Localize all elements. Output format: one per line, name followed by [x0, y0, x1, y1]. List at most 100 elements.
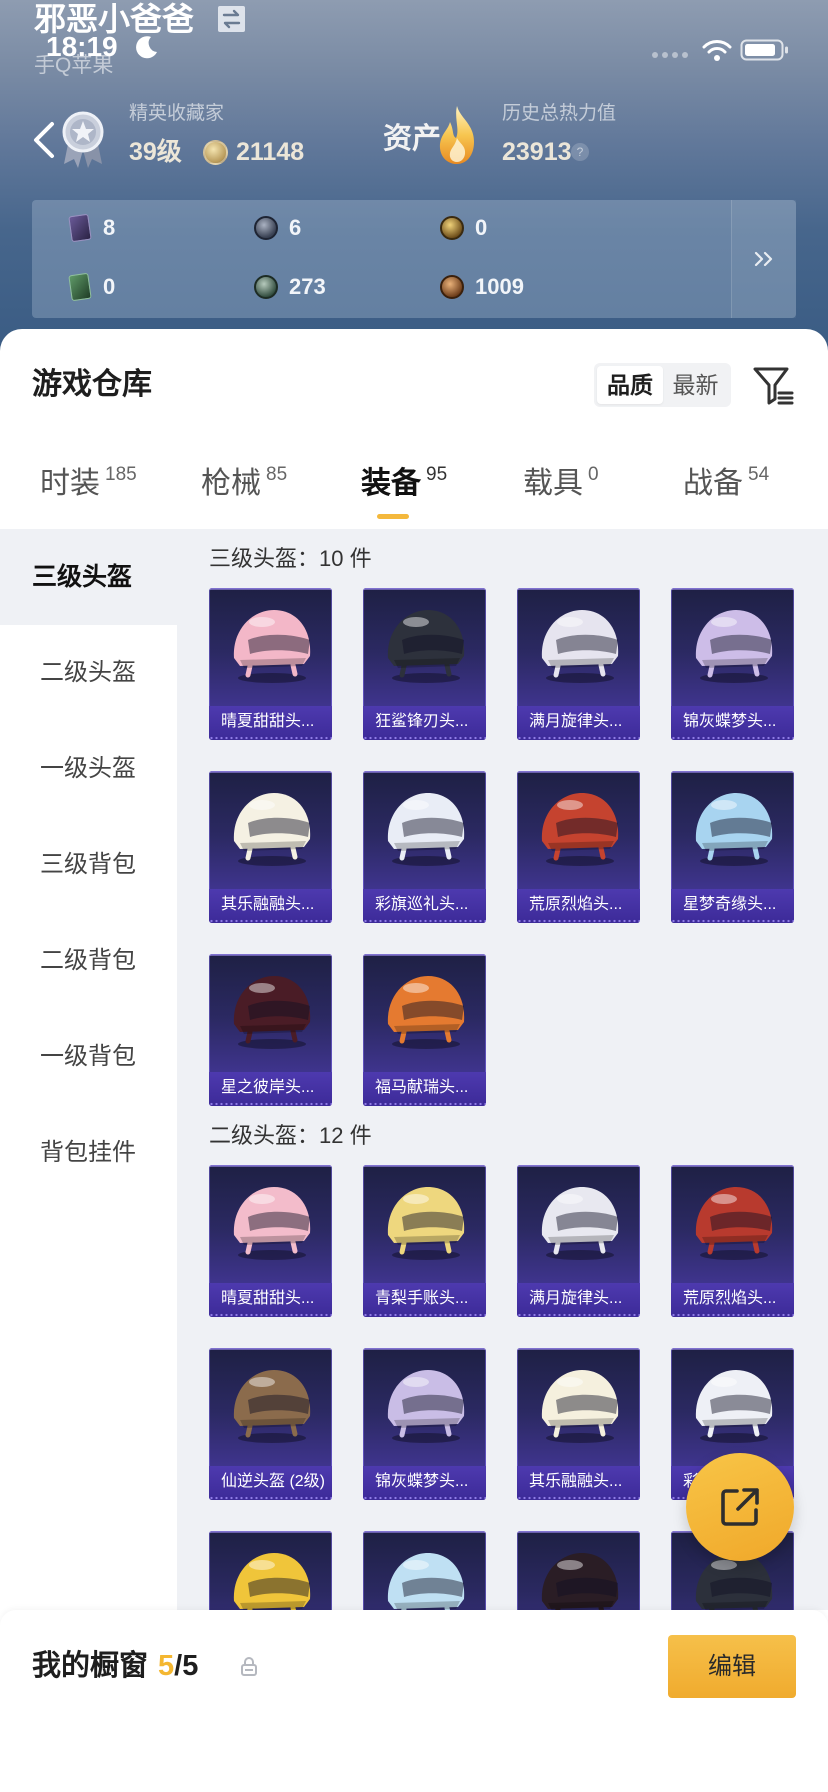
showcase-total: /5: [174, 1650, 199, 1682]
item-card[interactable]: 狂鲨锋刃头...: [363, 588, 486, 740]
helmet-image: [682, 1177, 782, 1263]
helmet-image: [528, 1360, 628, 1446]
tab-label: 装备: [361, 467, 421, 500]
tab-supplies[interactable]: 战备 54: [683, 464, 769, 504]
swap-account-icon[interactable]: [218, 6, 245, 32]
helmet-image: [220, 966, 320, 1052]
item-name: 其乐融融头...: [517, 1466, 640, 1500]
tab-count: 95: [426, 464, 448, 485]
collector-level: 39级: [129, 138, 182, 166]
item-card[interactable]: [363, 1531, 486, 1610]
item-section: 三级头盔：10 件晴夏甜甜头... 狂鲨锋刃头... 满月旋律头... 锦灰蝶梦头..…: [209, 529, 828, 1106]
helmet-image: [682, 600, 782, 686]
tab-label: 时装: [40, 467, 100, 500]
showcase-count: 5: [158, 1650, 175, 1682]
rank-medal-icon: [60, 104, 106, 172]
share-button[interactable]: [686, 1453, 794, 1561]
lock-icon[interactable]: [240, 1656, 258, 1676]
platform-label: 手Q苹果: [34, 54, 114, 77]
edit-button[interactable]: 编辑: [668, 1635, 796, 1698]
stat-value: 0: [475, 215, 488, 240]
item-card[interactable]: 其乐融融头...: [209, 771, 332, 923]
sidebar-item-level3-backpack[interactable]: 三级背包: [0, 817, 177, 913]
double-chevron-right-icon: [754, 251, 773, 267]
sidebar-item-level3-helmet[interactable]: 三级头盔: [0, 529, 177, 625]
item-card[interactable]: 青梨手账头...: [363, 1165, 486, 1317]
item-card[interactable]: 彩旗巡礼头...: [363, 771, 486, 923]
active-tab-indicator: [377, 514, 409, 519]
tab-equipment[interactable]: 装备 95: [361, 464, 447, 504]
stat-value: 8: [103, 215, 116, 240]
stat-item: 0: [440, 214, 487, 242]
showcase-bar: 我的橱窗 5/5 编辑: [0, 1610, 828, 1792]
tab-firearms[interactable]: 枪械 85: [201, 464, 287, 504]
tab-count: 85: [266, 464, 288, 485]
item-card[interactable]: 仙逆头盔 (2级): [209, 1348, 332, 1500]
wifi-icon: [702, 38, 732, 62]
helmet-image: [528, 1543, 628, 1610]
helmet-image: [682, 1360, 782, 1446]
item-list[interactable]: 三级头盔：10 件晴夏甜甜头... 狂鲨锋刃头... 满月旋律头... 锦灰蝶梦头..…: [177, 529, 828, 1610]
item-name: 青梨手账头...: [363, 1283, 486, 1317]
heat-label: 历史总热力值: [502, 103, 617, 124]
filter-icon[interactable]: [750, 363, 796, 409]
item-card[interactable]: 荒原烈焰头...: [671, 1165, 794, 1317]
sort-by-newest[interactable]: 最新: [663, 366, 728, 404]
item-name: 荒原烈焰头...: [671, 1283, 794, 1317]
sidebar-item-level2-helmet[interactable]: 二级头盔: [0, 625, 177, 721]
silver-coin-icon: [254, 216, 278, 240]
rank-title: 精英收藏家: [129, 103, 225, 124]
coin-balance: 21148: [236, 138, 305, 166]
section-title: 三级头盔：10 件: [209, 546, 372, 571]
sidebar-item-level1-helmet[interactable]: 一级头盔: [0, 721, 177, 817]
item-card[interactable]: 满月旋律头...: [517, 588, 640, 740]
item-card[interactable]: 荒原烈焰头...: [517, 771, 640, 923]
item-name: 满月旋律头...: [517, 1283, 640, 1317]
helmet-image: [220, 1543, 320, 1610]
purple-card-icon: [68, 213, 92, 243]
item-card[interactable]: [517, 1531, 640, 1610]
stat-value: 1009: [475, 274, 524, 299]
item-name: 锦灰蝶梦头...: [671, 706, 794, 740]
signal-dots-icon: [650, 48, 690, 60]
showcase-title: 我的橱窗 5/5: [32, 1648, 198, 1684]
item-grid: 晴夏甜甜头... 狂鲨锋刃头... 满月旋律头... 锦灰蝶梦头... 其乐融融头...…: [209, 588, 828, 1106]
item-card[interactable]: 其乐融融头...: [517, 1348, 640, 1500]
tab-fashion[interactable]: 时装 185: [40, 464, 137, 504]
item-card[interactable]: 星之彼岸头...: [209, 954, 332, 1106]
green-gem-icon: [254, 275, 278, 299]
back-button[interactable]: [28, 118, 62, 162]
item-card[interactable]: 星梦奇缘头...: [671, 771, 794, 923]
item-name: 彩旗巡礼头...: [363, 889, 486, 923]
tab-label: 载具: [523, 467, 583, 500]
item-card[interactable]: 晴夏甜甜头...: [209, 588, 332, 740]
sidebar-item-backpack-charm[interactable]: 背包挂件: [0, 1105, 177, 1201]
stat-value: 6: [289, 215, 302, 240]
sidebar-item-level1-backpack[interactable]: 一级背包: [0, 1009, 177, 1105]
stat-value: 0: [103, 274, 116, 299]
stats-more-button[interactable]: [731, 200, 796, 318]
item-card[interactable]: 晴夏甜甜头...: [209, 1165, 332, 1317]
item-card[interactable]: 满月旋律头...: [517, 1165, 640, 1317]
heat-value: 23913: [502, 138, 572, 166]
item-card[interactable]: 锦灰蝶梦头...: [363, 1348, 486, 1500]
item-card[interactable]: 福马献瑞头...: [363, 954, 486, 1106]
stat-item: 0: [68, 272, 116, 302]
sort-toggle: 品质 最新: [594, 363, 731, 407]
helmet-image: [374, 966, 474, 1052]
helmet-image: [374, 1360, 474, 1446]
coin-icon: [203, 140, 228, 165]
item-name: 仙逆头盔 (2级): [209, 1466, 332, 1500]
showcase-label: 我的橱窗: [32, 1650, 149, 1682]
item-card[interactable]: [209, 1531, 332, 1610]
item-card[interactable]: 锦灰蝶梦头...: [671, 588, 794, 740]
tab-vehicles[interactable]: 载具 0: [523, 464, 599, 504]
tab-count: 185: [105, 464, 137, 485]
helmet-image: [220, 600, 320, 686]
sidebar-item-level2-backpack[interactable]: 二级背包: [0, 913, 177, 1009]
help-icon[interactable]: ?: [571, 143, 589, 161]
item-name: 福马献瑞头...: [363, 1072, 486, 1106]
sort-by-quality[interactable]: 品质: [597, 366, 663, 404]
item-name: 锦灰蝶梦头...: [363, 1466, 486, 1500]
helmet-image: [374, 600, 474, 686]
